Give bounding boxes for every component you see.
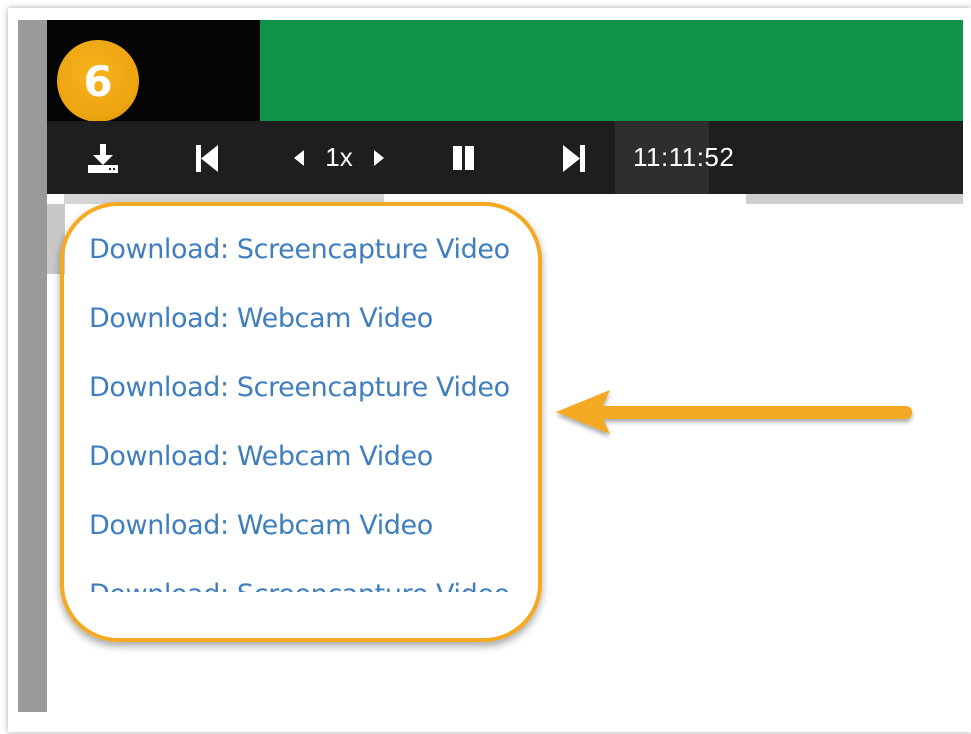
skip-forward-button[interactable] xyxy=(559,121,589,194)
player-controls: 1x 11:11:52 xyxy=(47,121,963,194)
download-link[interactable]: Download: Webcam Video xyxy=(89,510,433,544)
playback-time: 11:11:52 xyxy=(633,142,735,172)
progress-track-right xyxy=(746,194,963,204)
list-edge-strip xyxy=(47,204,65,274)
pause-button[interactable] xyxy=(449,121,479,194)
progress-track-left xyxy=(64,194,384,204)
download-link[interactable]: Download: Screencapture Video xyxy=(89,579,510,592)
pause-icon xyxy=(453,145,474,170)
speed-up-icon[interactable] xyxy=(371,148,387,168)
step-badge: 6 xyxy=(57,40,139,122)
download-icon xyxy=(88,143,118,173)
download-list: Download: Screencapture Video Download: … xyxy=(65,204,525,592)
download-link[interactable]: Download: Screencapture Video xyxy=(89,234,510,268)
download-link[interactable]: Download: Webcam Video xyxy=(89,303,433,337)
video-content xyxy=(260,20,963,121)
download-link[interactable]: Download: Screencapture Video xyxy=(89,372,510,406)
speed-control[interactable]: 1x xyxy=(279,121,399,194)
download-link[interactable]: Download: Webcam Video xyxy=(89,441,433,475)
skip-back-icon xyxy=(196,144,218,172)
left-rail xyxy=(18,20,47,712)
skip-back-button[interactable] xyxy=(192,121,222,194)
speed-down-icon[interactable] xyxy=(291,148,307,168)
skip-forward-icon xyxy=(563,144,585,172)
arrow-left-annotation xyxy=(556,390,912,434)
speed-label: 1x xyxy=(325,142,353,172)
download-button[interactable] xyxy=(83,121,123,194)
